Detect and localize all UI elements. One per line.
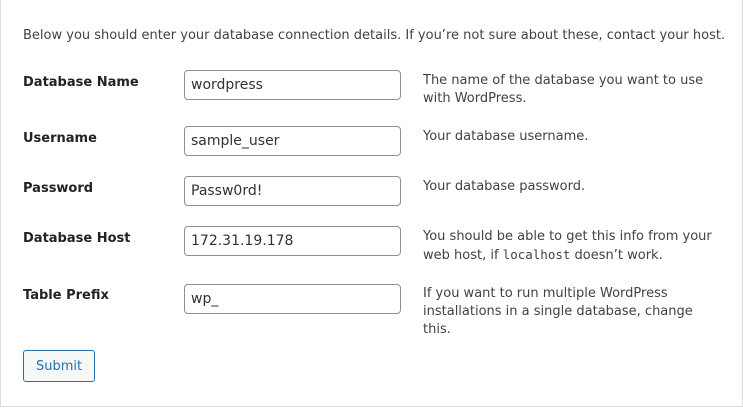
username-input[interactable] [184,126,401,156]
table-prefix-label: Table Prefix [23,288,109,303]
setup-config-panel: Below you should enter your database con… [0,0,743,407]
database-host-description-suffix: doesn’t work. [570,248,663,263]
database-name-input[interactable] [184,70,401,100]
database-name-label: Database Name [23,75,139,90]
database-name-description: The name of the database you want to use… [423,72,723,108]
table-prefix-description-text: If you want to run multiple WordPress in… [423,286,693,337]
table-prefix-input[interactable] [184,284,401,314]
database-host-description: You should be able to get this info from… [423,228,723,265]
table-prefix-description: If you want to run multiple WordPress in… [423,285,723,339]
username-description: Your database username. [423,128,723,146]
localhost-code: localhost [502,247,571,262]
submit-button[interactable]: Submit [23,350,96,382]
username-description-text: Your database username. [423,129,589,144]
password-input[interactable] [184,176,401,206]
database-host-label: Database Host [23,231,131,246]
password-description-text: Your database password. [423,179,586,194]
username-label: Username [23,131,97,146]
database-name-description-text: The name of the database you want to use… [423,73,704,106]
database-host-input[interactable] [184,226,401,256]
password-description: Your database password. [423,178,723,196]
intro-text: Below you should enter your database con… [23,28,726,43]
password-label: Password [23,181,94,196]
